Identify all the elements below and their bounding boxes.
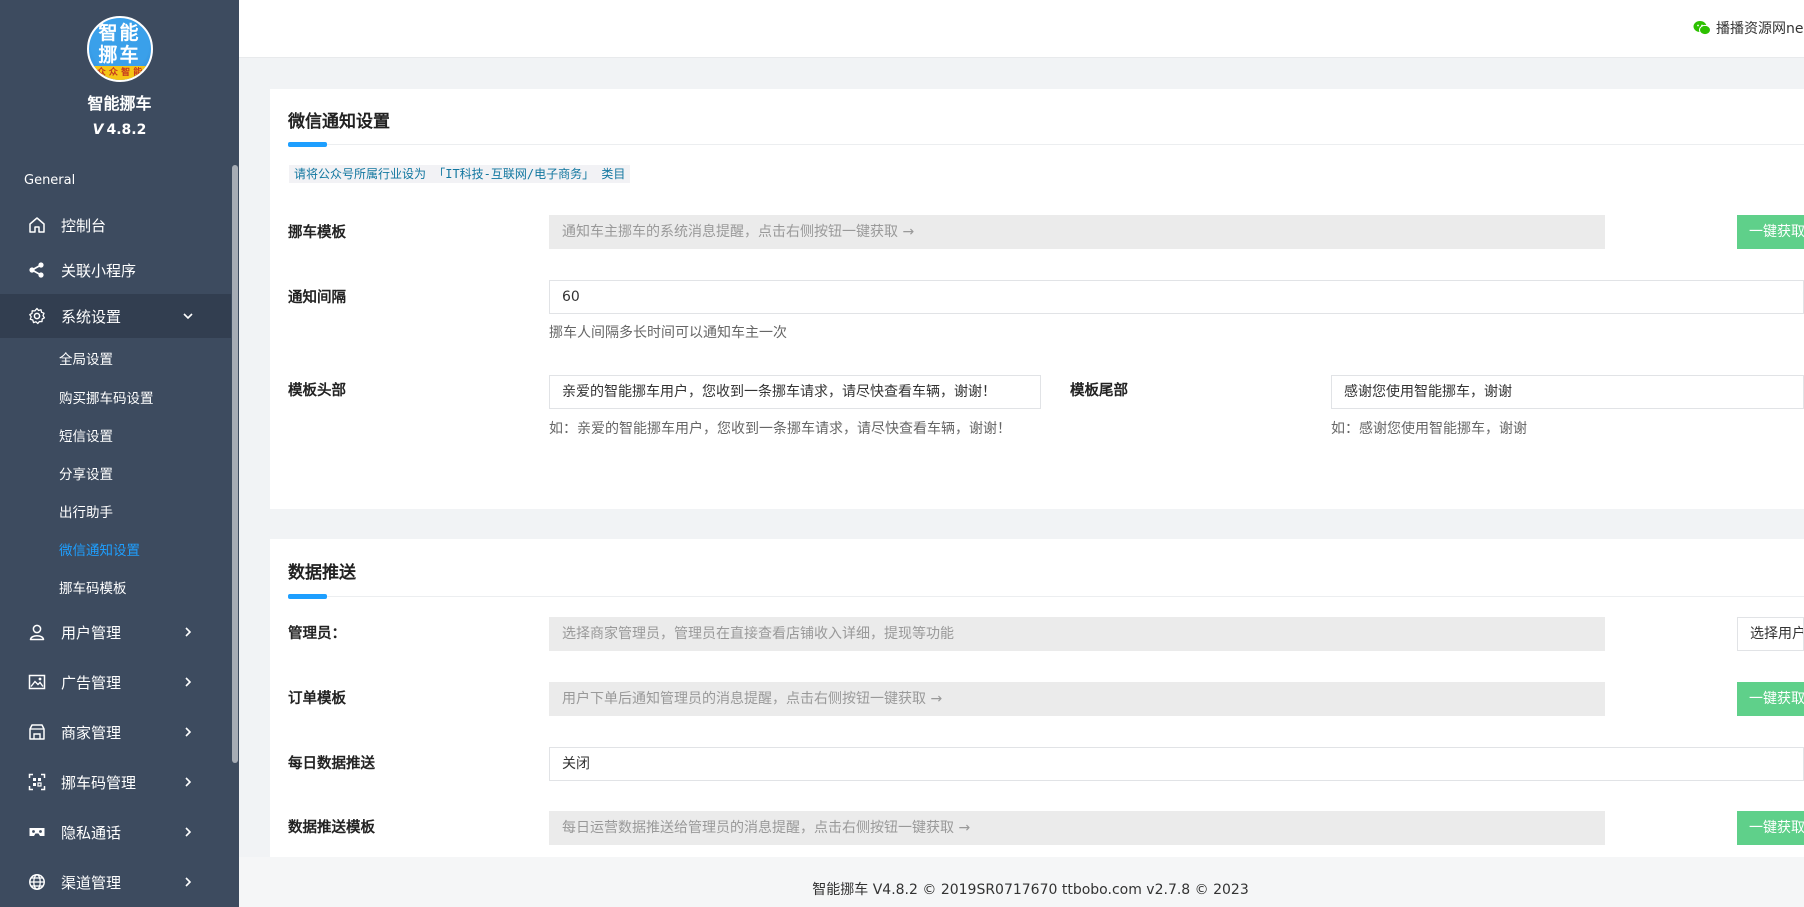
card-title: 微信通知设置: [288, 112, 390, 132]
top-header: 播播资源网ne: [239, 0, 1804, 58]
sidebar-subitem-travel-assistant[interactable]: 出行助手: [59, 503, 113, 523]
admin-label: 管理员：: [288, 626, 346, 642]
sidebar-item-merchants[interactable]: 商家管理: [0, 710, 231, 754]
sidebar-subitem-sms-settings[interactable]: 短信设置: [59, 427, 113, 447]
industry-notice: 请将公众号所属行业设为 「IT科技-互联网/电子商务」 类目: [289, 165, 631, 183]
app-name: 智能挪车: [87, 94, 152, 113]
sidebar-subitem-buy-code-settings[interactable]: 购买挪车码设置: [59, 389, 154, 409]
data-push-card: 数据推送 管理员： 选择商家管理员，管理员在直接查看店铺收入详细，提现等功能 选…: [270, 539, 1804, 859]
page-footer: 智能挪车 V4.8.2 © 2019SR0717670 ttbobo.com v…: [239, 857, 1804, 907]
move-template-input[interactable]: 通知车主挪车的系统消息提醒，点击右侧按钮一键获取 →: [549, 215, 1605, 249]
globe-icon: [27, 872, 47, 892]
card-title-accent: [288, 142, 327, 147]
logo-line1: 智能: [98, 22, 141, 44]
sidebar-item-ads[interactable]: 广告管理: [0, 660, 231, 704]
chevron-right-icon: [185, 727, 192, 737]
home-icon: [27, 215, 47, 235]
brand: 智能 挪车 众 众 智 能 智能挪车 V 4.8.2: [0, 0, 239, 138]
sidebar-item-users[interactable]: 用户管理: [0, 610, 231, 654]
app-logo: 智能 挪车 众 众 智 能: [86, 16, 153, 82]
template-tail-help: 如：感谢您使用智能挪车，谢谢: [1331, 421, 1527, 437]
image-icon: [27, 672, 47, 692]
template-tail-input[interactable]: 感谢您使用智能挪车，谢谢: [1331, 375, 1804, 409]
share-icon: [27, 260, 47, 280]
daily-push-label: 每日数据推送: [288, 756, 375, 772]
template-tail-label: 模板尾部: [1070, 383, 1128, 399]
template-head-input[interactable]: 亲爱的智能挪车用户，您收到一条挪车请求，请尽快查看车辆，谢谢！: [549, 375, 1041, 409]
wechat-icon: [1693, 21, 1711, 36]
version-number: 4.8.2: [106, 122, 147, 138]
daily-push-value: 关闭: [562, 756, 590, 772]
template-head-help: 如：亲爱的智能挪车用户，您收到一条挪车请求，请尽快查看车辆，谢谢！: [549, 421, 1011, 437]
logo-line2: 挪车: [98, 44, 141, 66]
interval-input[interactable]: 60: [549, 280, 1804, 314]
gear-icon: [27, 306, 47, 326]
sidebar-item-label: 商家管理: [61, 723, 122, 742]
footer-text: 智能挪车 V4.8.2 © 2019SR0717670 ttbobo.com v…: [812, 882, 1249, 898]
template-head-label: 模板头部: [288, 383, 346, 399]
admin-input[interactable]: 选择商家管理员，管理员在直接查看店铺收入详细，提现等功能: [549, 617, 1605, 651]
move-template-fetch-button[interactable]: 一键获取: [1737, 215, 1804, 249]
push-template-label: 数据推送模板: [288, 820, 375, 836]
logo-band: 众 众 智 能: [88, 66, 151, 80]
sidebar-item-codes[interactable]: 挪车码管理: [0, 760, 231, 804]
sidebar-item-label: 系统设置: [61, 307, 122, 326]
qrcode-icon: [27, 772, 47, 792]
card-title: 数据推送: [288, 563, 356, 583]
sidebar-item-system-settings[interactable]: 系统设置: [0, 294, 231, 338]
sidebar-subitem-global-settings[interactable]: 全局设置: [59, 350, 113, 370]
move-template-label: 挪车模板: [288, 225, 346, 241]
header-user-area[interactable]: 播播资源网ne: [1693, 18, 1804, 38]
chevron-right-icon: [185, 827, 192, 837]
sidebar-item-label: 用户管理: [61, 623, 122, 642]
sidebar-item-label: 挪车码管理: [61, 773, 137, 792]
sidebar-scrollbar[interactable]: [231, 0, 239, 907]
sidebar-item-label: 隐私通话: [61, 823, 122, 842]
card-divider: [288, 144, 1804, 145]
order-template-input[interactable]: 用户下单后通知管理员的消息提醒，点击右侧按钮一键获取 →: [549, 682, 1605, 716]
sidebar-item-channels[interactable]: 渠道管理: [0, 860, 231, 904]
sidebar-item-dashboard[interactable]: 控制台: [0, 203, 231, 247]
card-divider: [288, 596, 1804, 597]
order-template-fetch-button[interactable]: 一键获取: [1737, 682, 1804, 716]
version-mark: V: [92, 122, 104, 138]
sidebar: 智能 挪车 众 众 智 能 智能挪车 V 4.8.2 General 控制台 关联…: [0, 0, 239, 907]
sidebar-section-label: General: [24, 173, 76, 188]
wechat-notify-card: 微信通知设置 请将公众号所属行业设为 「IT科技-互联网/电子商务」 类目 挪车…: [270, 89, 1804, 509]
sidebar-item-mini-program[interactable]: 关联小程序: [0, 248, 231, 292]
push-template-fetch-button[interactable]: 一键获取: [1737, 811, 1804, 845]
interval-label: 通知间隔: [288, 290, 346, 306]
select-user-button[interactable]: 选择用户: [1737, 617, 1804, 651]
sidebar-subitem-wechat-notify[interactable]: 微信通知设置: [59, 541, 140, 561]
sidebar-item-label: 渠道管理: [61, 873, 122, 892]
shop-icon: [27, 722, 47, 742]
sidebar-item-label: 关联小程序: [61, 261, 137, 280]
sidebar-item-label: 控制台: [61, 216, 107, 235]
chevron-right-icon: [185, 627, 192, 637]
vr-icon: [27, 822, 47, 842]
chevron-right-icon: [185, 677, 192, 687]
sidebar-subitem-code-templates[interactable]: 挪车码模板: [59, 579, 127, 599]
interval-help: 挪车人间隔多长时间可以通知车主一次: [549, 325, 787, 341]
sidebar-subitem-share-settings[interactable]: 分享设置: [59, 465, 113, 485]
header-site-name: 播播资源网ne: [1716, 21, 1804, 37]
sidebar-item-privacy-call[interactable]: 隐私通话: [0, 810, 231, 854]
sidebar-scrollbar-thumb[interactable]: [232, 165, 238, 763]
chevron-right-icon: [185, 877, 192, 887]
card-title-accent: [288, 594, 327, 599]
user-icon: [27, 622, 47, 642]
sidebar-item-label: 广告管理: [61, 673, 122, 692]
chevron-right-icon: [185, 777, 192, 787]
order-template-label: 订单模板: [288, 691, 346, 707]
daily-push-select[interactable]: 关闭: [549, 747, 1804, 781]
chevron-down-icon: [183, 313, 193, 320]
app-version: V 4.8.2: [0, 122, 239, 138]
push-template-input[interactable]: 每日运营数据推送给管理员的消息提醒，点击右侧按钮一键获取 →: [549, 811, 1605, 845]
